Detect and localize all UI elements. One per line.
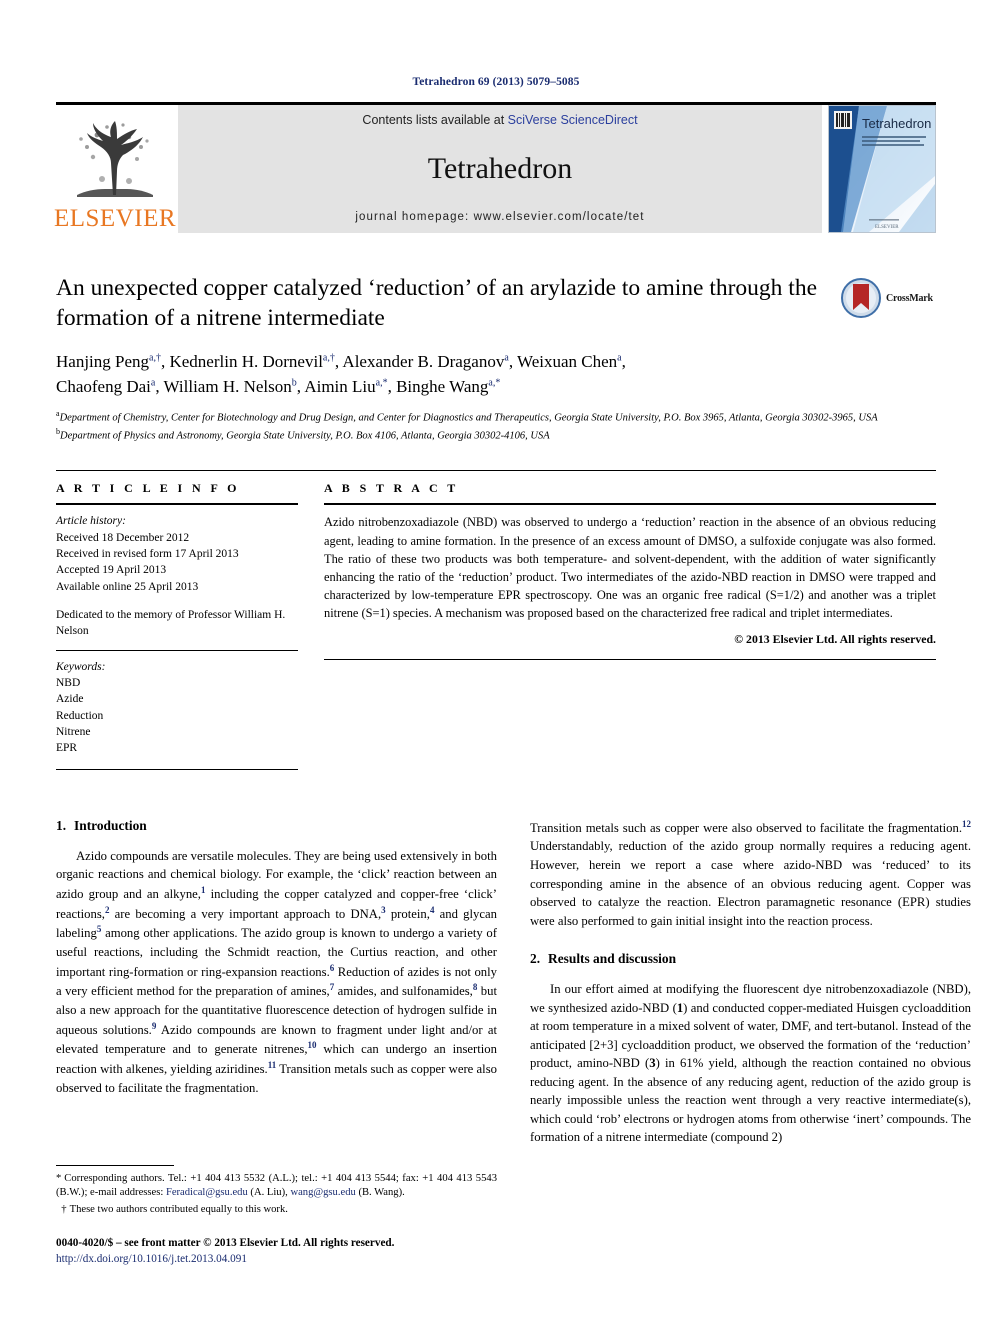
footnote-star-text-c: (B. Wang).: [355, 1187, 405, 1199]
article-info-column: A R T I C L E I N F O Article history: R…: [56, 481, 298, 770]
intro-text-h: amides, and sulfonamides,: [334, 984, 473, 999]
affiliation-b: bDepartment of Physics and Astronomy, Ge…: [56, 427, 550, 442]
footnote-star-mark: *: [56, 1172, 62, 1184]
abstract-text: Azido nitrobenzoxadiazole (NBD) was obse…: [324, 515, 936, 620]
doi-link[interactable]: http://dx.doi.org/10.1016/j.tet.2013.04.…: [56, 1251, 497, 1267]
info-divider: [56, 503, 298, 506]
ref-12[interactable]: 12: [962, 819, 971, 829]
keyword-item: NBD: [56, 677, 81, 690]
title-block: An unexpected copper catalyzed ‘reductio…: [56, 273, 936, 444]
history-item: Accepted 19 April 2013: [56, 564, 167, 577]
article-page: Tetrahedron 69 (2013) 5079–5085 ELSEVIER…: [0, 0, 992, 1323]
article-history: Article history: Received 18 December 20…: [56, 513, 298, 595]
journal-masthead: ELSEVIER Contents lists available at Sci…: [53, 102, 936, 233]
contents-line: Contents lists available at SciVerse Sci…: [362, 113, 637, 127]
cover-art: Tetrahedron ELSEVIER: [829, 106, 935, 232]
abstract-heading: A B S T R A C T: [324, 481, 459, 496]
intro-text-c: are becoming a very important approach t…: [109, 906, 382, 921]
abstract-column: A B S T R A C T Azido nitrobenzoxadiazol…: [324, 481, 936, 769]
ref-11[interactable]: 11: [268, 1060, 277, 1070]
svg-text:Tetrahedron: Tetrahedron: [862, 116, 931, 131]
footnote-star-text-b: (A. Liu),: [247, 1187, 291, 1199]
keywords-divider: [56, 649, 298, 651]
keywords-label: Keywords:: [56, 660, 106, 673]
contents-prefix: Contents lists available at: [362, 113, 508, 127]
footnote-corresponding: * Corresponding authors. Tel.: +1 404 413…: [56, 1172, 497, 1201]
abstract-divider: [324, 503, 936, 506]
intro-paragraph-continued: Transition metals such as copper were al…: [530, 818, 971, 930]
column-right: Transition metals such as copper were al…: [530, 818, 971, 1149]
footnote-dagger-text: These two authors contributed equally to…: [69, 1203, 288, 1215]
svg-text:ELSEVIER: ELSEVIER: [875, 225, 899, 230]
results-number: 2.: [530, 951, 541, 967]
sciencedirect-link[interactable]: SciVerse ScienceDirect: [508, 113, 638, 127]
history-item: Received in revised form 17 April 2013: [56, 548, 239, 561]
page-title: An unexpected copper catalyzed ‘reductio…: [56, 275, 818, 332]
abstract-copyright: © 2013 Elsevier Ltd. All rights reserved…: [734, 632, 936, 647]
keyword-item: Reduction: [56, 709, 104, 722]
body-columns: 1. Introduction Azido compounds are versa…: [56, 818, 971, 1149]
keyword-item: Azide: [56, 693, 84, 706]
crossmark-badge[interactable]: CrossMark: [840, 275, 936, 321]
affiliations: aDepartment of Chemistry, Center for Bio…: [56, 408, 936, 444]
heading-introduction: 1. Introduction: [56, 818, 497, 834]
history-item: Received 18 December 2012: [56, 531, 190, 544]
imprint-block: 0040-4020/$ – see front matter © 2013 El…: [56, 1235, 497, 1267]
dedication: Dedicated to the memory of Professor Wil…: [56, 609, 286, 638]
results-title: Results and discussion: [548, 951, 677, 967]
author-line-1: Hanjing Penga,†, Kednerlin H. Dornevila,…: [56, 352, 626, 372]
intro-number: 1.: [56, 817, 67, 833]
affiliation-a: aDepartment of Chemistry, Center for Bio…: [56, 409, 878, 424]
keyword-item: Nitrene: [56, 726, 91, 739]
abstract-bottom-divider: [324, 659, 936, 661]
footnote-divider: [56, 1164, 174, 1166]
intro-title: Introduction: [74, 817, 147, 833]
journal-homepage[interactable]: journal homepage: www.elsevier.com/locat…: [355, 211, 644, 223]
journal-title: Tetrahedron: [427, 152, 573, 185]
history-item: Available online 25 April 2013: [56, 580, 199, 593]
imprint-line: 0040-4020/$ – see front matter © 2013 El…: [56, 1236, 395, 1249]
intro-cont-text-b: Understandably, reduction of the azido g…: [530, 839, 971, 928]
journal-band: Contents lists available at SciVerse Sci…: [178, 105, 822, 233]
heading-results: 2. Results and discussion: [530, 951, 971, 967]
footnotes-region: * Corresponding authors. Tel.: +1 404 413…: [56, 1164, 497, 1267]
author-line-2: Chaofeng Daia, William H. Nelsonb, Aimin…: [56, 376, 501, 396]
elsevier-wordmark: ELSEVIER: [53, 205, 177, 232]
email-link-wang[interactable]: wang@gsu.edu: [290, 1187, 355, 1198]
intro-text-d: protein,: [385, 906, 430, 921]
column-left: 1. Introduction Azido compounds are versa…: [56, 818, 497, 1149]
keywords-block: Keywords: NBD Azide Reduction Nitrene EP…: [56, 659, 298, 757]
email-link-liu[interactable]: Feradical@gsu.edu: [166, 1187, 248, 1198]
crossmark-label: CrossMark: [886, 292, 933, 304]
elsevier-tree-icon: [77, 121, 153, 197]
author-list: Hanjing Penga,†, Kednerlin H. Dornevila,…: [56, 350, 856, 399]
results-paragraph: In our effort aimed at modifying the flu…: [530, 982, 972, 1145]
crossmark-icon: [841, 278, 881, 318]
keyword-item: EPR: [56, 742, 78, 755]
history-label: Article history:: [56, 515, 126, 528]
running-head: Tetrahedron 69 (2013) 5079–5085: [412, 76, 580, 88]
intro-cont-text-a: Transition metals such as copper were al…: [530, 820, 962, 835]
intro-paragraph: Azido compounds are versatile molecules.…: [56, 847, 497, 1098]
footnote-equal-contribution: † These two authors contributed equally t…: [56, 1203, 497, 1218]
info-abstract-region: A R T I C L E I N F O Article history: R…: [56, 470, 936, 770]
elsevier-logo: ELSEVIER: [53, 105, 177, 233]
info-bottom-divider: [56, 768, 298, 770]
ref-10[interactable]: 10: [308, 1040, 317, 1050]
footnote-dagger-mark: †: [61, 1203, 67, 1215]
article-info-heading: A R T I C L E I N F O: [56, 481, 240, 496]
journal-cover-thumbnail: Tetrahedron ELSEVIER: [828, 105, 936, 233]
